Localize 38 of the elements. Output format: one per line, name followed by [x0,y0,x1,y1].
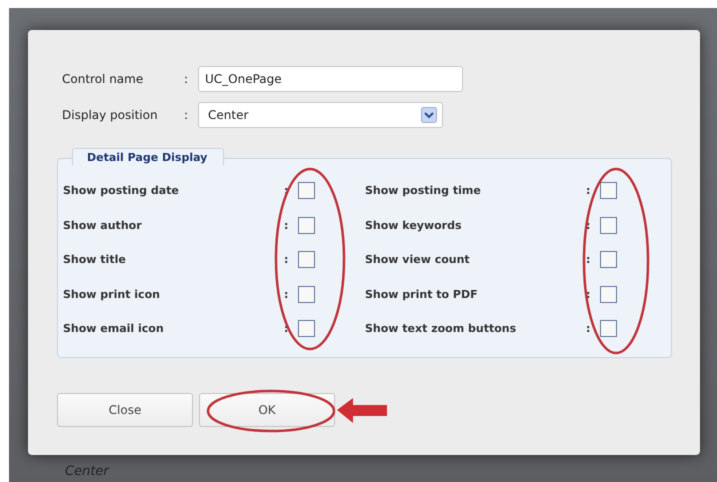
option-label: Show email icon [63,322,165,335]
option-colon: : [586,253,592,266]
control-name-input[interactable]: UC_OnePage [198,66,463,92]
checkbox[interactable] [600,182,617,199]
field-colon: : [184,72,190,86]
option-label: Show author [63,218,143,232]
close-button[interactable]: Close [57,393,193,427]
option-label: Show print to PDF [365,288,479,300]
option-colon: : [284,288,290,300]
dropdown-caret-icon [421,107,437,123]
checkbox[interactable] [298,286,315,302]
option-colon: : [586,322,592,335]
option-colon: : [284,253,290,266]
checkbox[interactable] [600,251,617,268]
option-colon: : [284,218,290,232]
field-label: Display position [61,108,159,122]
ok-button[interactable]: OK [199,393,335,427]
option-label: Show posting time [365,184,482,197]
field-colon: : [184,108,190,122]
position-dropdown[interactable]: Center [198,102,443,128]
checkbox[interactable] [600,216,617,234]
option-label: Show title [63,253,127,266]
checkbox[interactable] [298,216,315,234]
option-label: Show print icon [63,288,161,300]
option-label: Show view count [365,253,471,266]
option-label: Show keywords [365,218,463,232]
checkbox[interactable] [298,182,315,199]
option-label: Show text zoom buttons [365,322,518,335]
fieldset-legend: Detail Page Display [72,148,224,166]
pointer-arrow [337,398,387,423]
checkbox[interactable] [298,251,315,268]
checkbox[interactable] [600,320,617,337]
option-label: Show posting date [63,184,180,197]
checkbox[interactable] [600,286,617,302]
option-colon: : [586,184,592,197]
background-text: Center [65,464,109,480]
checkbox[interactable] [298,320,315,337]
field-label: Control name [61,72,144,86]
